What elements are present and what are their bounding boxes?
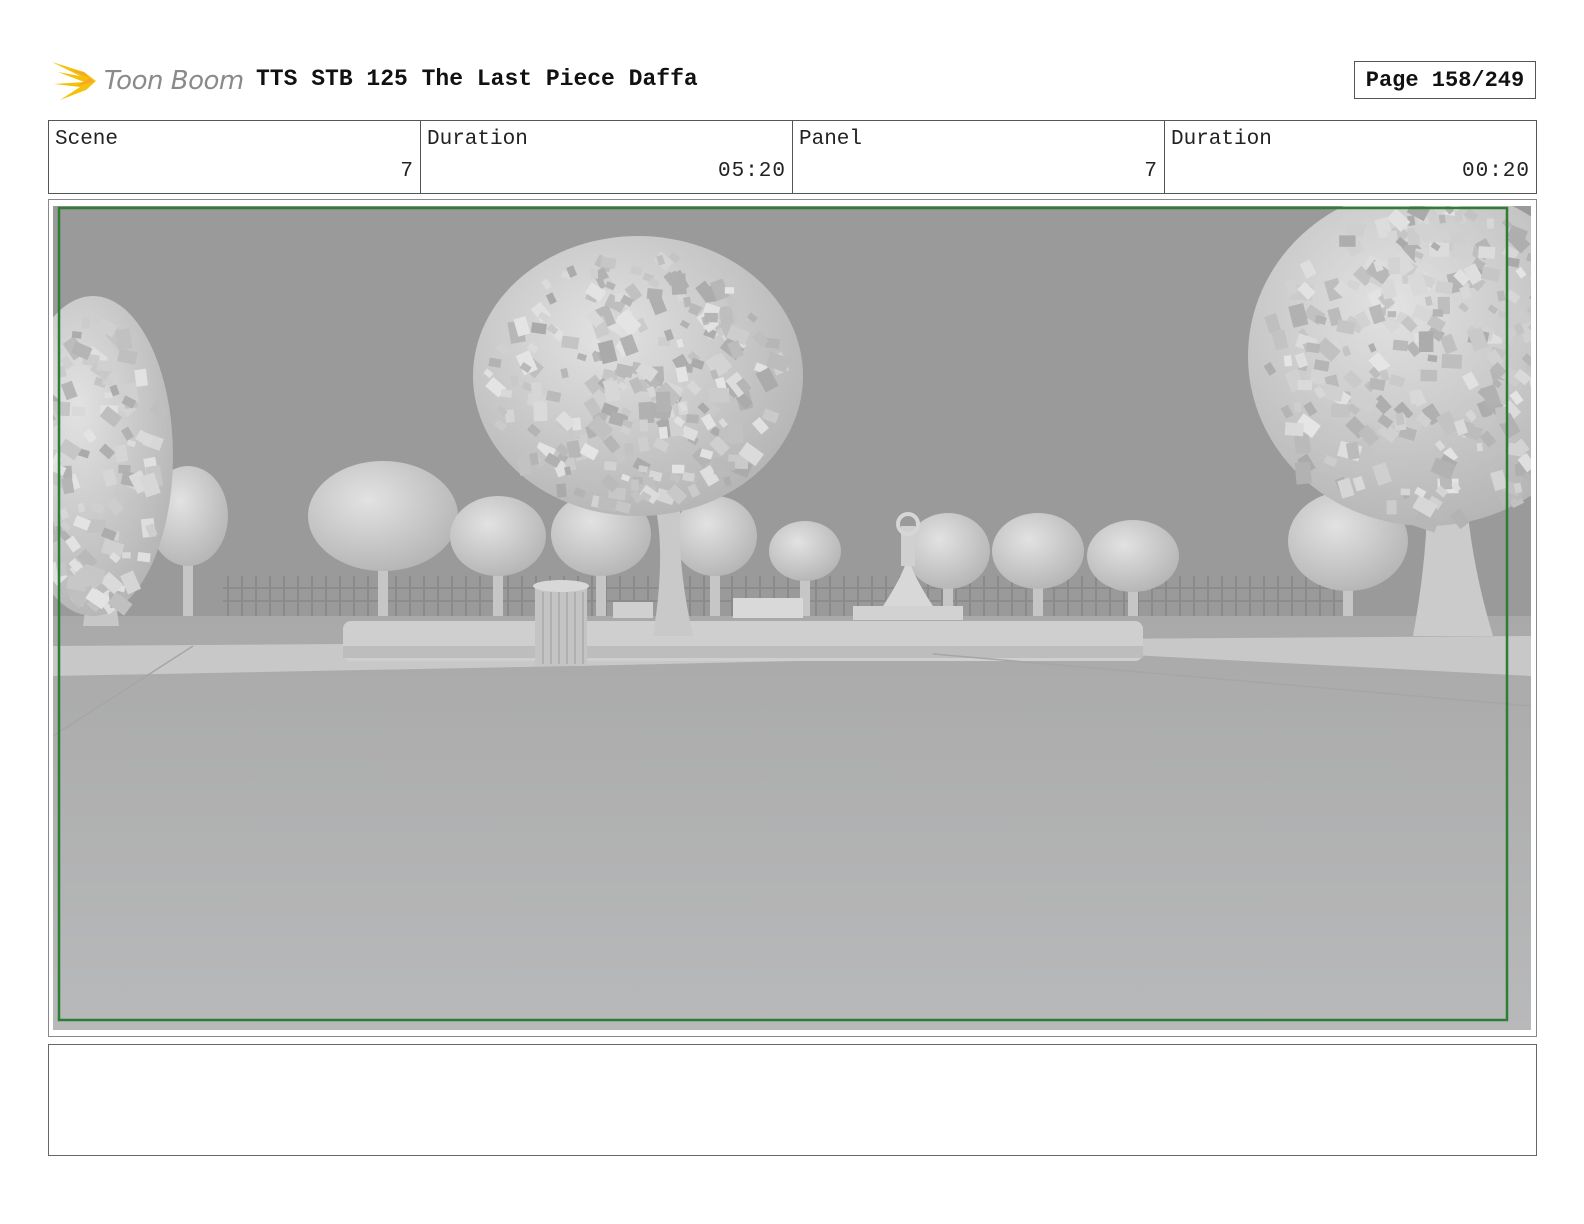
leaf [597, 496, 618, 513]
leaf [134, 368, 148, 387]
leaf [722, 461, 736, 471]
leaf [1293, 402, 1302, 413]
leaf [704, 312, 718, 323]
leaf [1400, 488, 1411, 496]
leaf [71, 406, 86, 417]
scene-duration-value: 05:20 [717, 160, 786, 183]
scene-value: 7 [400, 160, 414, 183]
park-scene-illustration [53, 206, 1531, 1030]
leaf [533, 401, 548, 422]
leaf [630, 479, 640, 491]
toon-boom-logo: Toon Boom [50, 56, 244, 106]
leaf [1284, 422, 1304, 437]
leaf [96, 360, 113, 372]
bench-left [613, 602, 653, 618]
leaf [1476, 442, 1483, 452]
leaf [685, 413, 700, 424]
leaf [71, 330, 82, 339]
scene-duration-cell: Duration 05:20 [421, 121, 793, 193]
leaf [728, 423, 744, 445]
storyboard-panel [48, 199, 1537, 1037]
leaf [708, 387, 730, 403]
page-number: Page 158/249 [1354, 61, 1536, 99]
trash-can [533, 580, 589, 666]
scene-info-table: Scene 7 Duration 05:20 Panel 7 Duration … [48, 120, 1537, 194]
leaf [765, 337, 781, 349]
leaf [530, 322, 547, 335]
leaf [500, 389, 513, 398]
scene-label: Scene [55, 128, 119, 151]
scene-duration-label: Duration [427, 128, 528, 151]
panel-label: Panel [799, 128, 863, 151]
leaf [1297, 379, 1313, 391]
leaf [530, 381, 543, 398]
leaf [603, 461, 617, 471]
leaf [1388, 257, 1401, 275]
leaf [718, 305, 734, 326]
leaf [1486, 218, 1494, 229]
leaf [122, 552, 131, 559]
leaf [1330, 403, 1351, 418]
leaf [646, 288, 663, 301]
leaf [104, 392, 113, 399]
leaf [655, 391, 671, 413]
leaf [1438, 214, 1446, 224]
leaf [1435, 280, 1454, 295]
panel-value: 7 [1144, 160, 1158, 183]
leaf [137, 551, 151, 563]
bench-center [733, 598, 803, 618]
leaf [1478, 246, 1496, 259]
logo-text: Toon Boom [104, 66, 244, 96]
starburst-icon [52, 62, 96, 100]
leaf [1392, 339, 1409, 352]
leaf [561, 335, 580, 350]
leaf [1283, 355, 1293, 367]
leaf [671, 464, 685, 474]
leaf [556, 483, 567, 498]
scene-cell: Scene 7 [49, 121, 421, 193]
panel-notes [48, 1044, 1537, 1156]
panel-duration-cell: Duration 00:20 [1165, 121, 1536, 193]
panel-duration-value: 00:20 [1461, 160, 1530, 183]
leaf [1427, 354, 1438, 363]
panel-duration-label: Duration [1171, 128, 1272, 151]
leaf [1387, 311, 1397, 318]
leaf [1418, 331, 1434, 353]
leaf [658, 426, 669, 440]
leaf [1420, 369, 1438, 382]
leaf [1339, 235, 1356, 247]
leaf [1432, 309, 1444, 317]
panel-cell: Panel 7 [793, 121, 1165, 193]
leaf [81, 317, 91, 329]
ground [53, 616, 1531, 1030]
leaf [590, 267, 599, 279]
panel-image [53, 206, 1531, 1030]
leaf [1454, 210, 1464, 222]
leaf [1441, 353, 1463, 369]
leaf [724, 287, 735, 294]
document-title: TTS STB 125 The Last Piece Daffa [256, 66, 698, 92]
leaf [1294, 461, 1312, 485]
leaf [1386, 500, 1397, 515]
leaf [639, 419, 649, 432]
